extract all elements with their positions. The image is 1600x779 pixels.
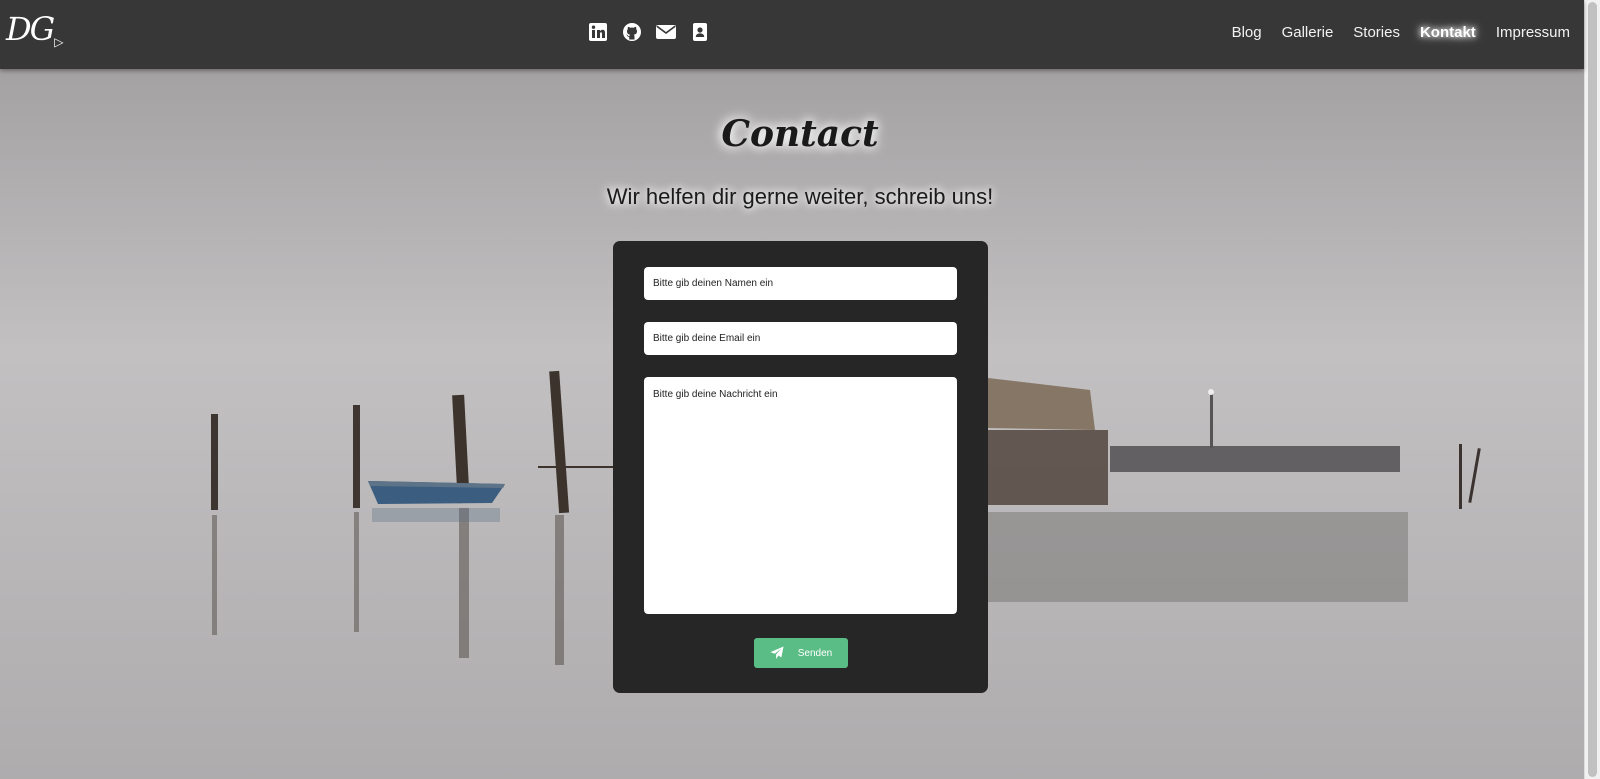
nav-kontakt[interactable]: Kontakt (1420, 24, 1476, 41)
nav-impressum[interactable]: Impressum (1496, 24, 1570, 41)
envelope-icon[interactable] (656, 22, 676, 42)
header-bar: DG▷ Blog Gallerie Stories Kontakt Impres… (0, 0, 1584, 69)
social-links (588, 22, 710, 42)
logo-mark: ▷ (54, 35, 63, 49)
send-button-label: Senden (797, 647, 833, 659)
contact-card-icon[interactable] (690, 22, 710, 42)
nav-stories[interactable]: Stories (1353, 24, 1400, 41)
nav-blog[interactable]: Blog (1232, 24, 1262, 41)
name-field[interactable] (644, 267, 957, 300)
main-nav: Blog Gallerie Stories Kontakt Impressum (1232, 24, 1570, 41)
email-field[interactable] (644, 322, 957, 355)
github-icon[interactable] (622, 22, 642, 42)
site-logo[interactable]: DG▷ (6, 10, 64, 49)
page-subtitle: Wir helfen dir gerne weiter, schreib uns… (606, 184, 994, 209)
message-field[interactable] (644, 377, 957, 614)
paper-plane-icon (770, 646, 784, 660)
logo-text: DG (6, 10, 55, 48)
contact-form: Senden (613, 241, 988, 693)
send-button[interactable]: Senden (754, 638, 848, 668)
page-title: Contact (721, 113, 879, 155)
nav-gallerie[interactable]: Gallerie (1282, 24, 1334, 41)
linkedin-icon[interactable] (588, 22, 608, 42)
